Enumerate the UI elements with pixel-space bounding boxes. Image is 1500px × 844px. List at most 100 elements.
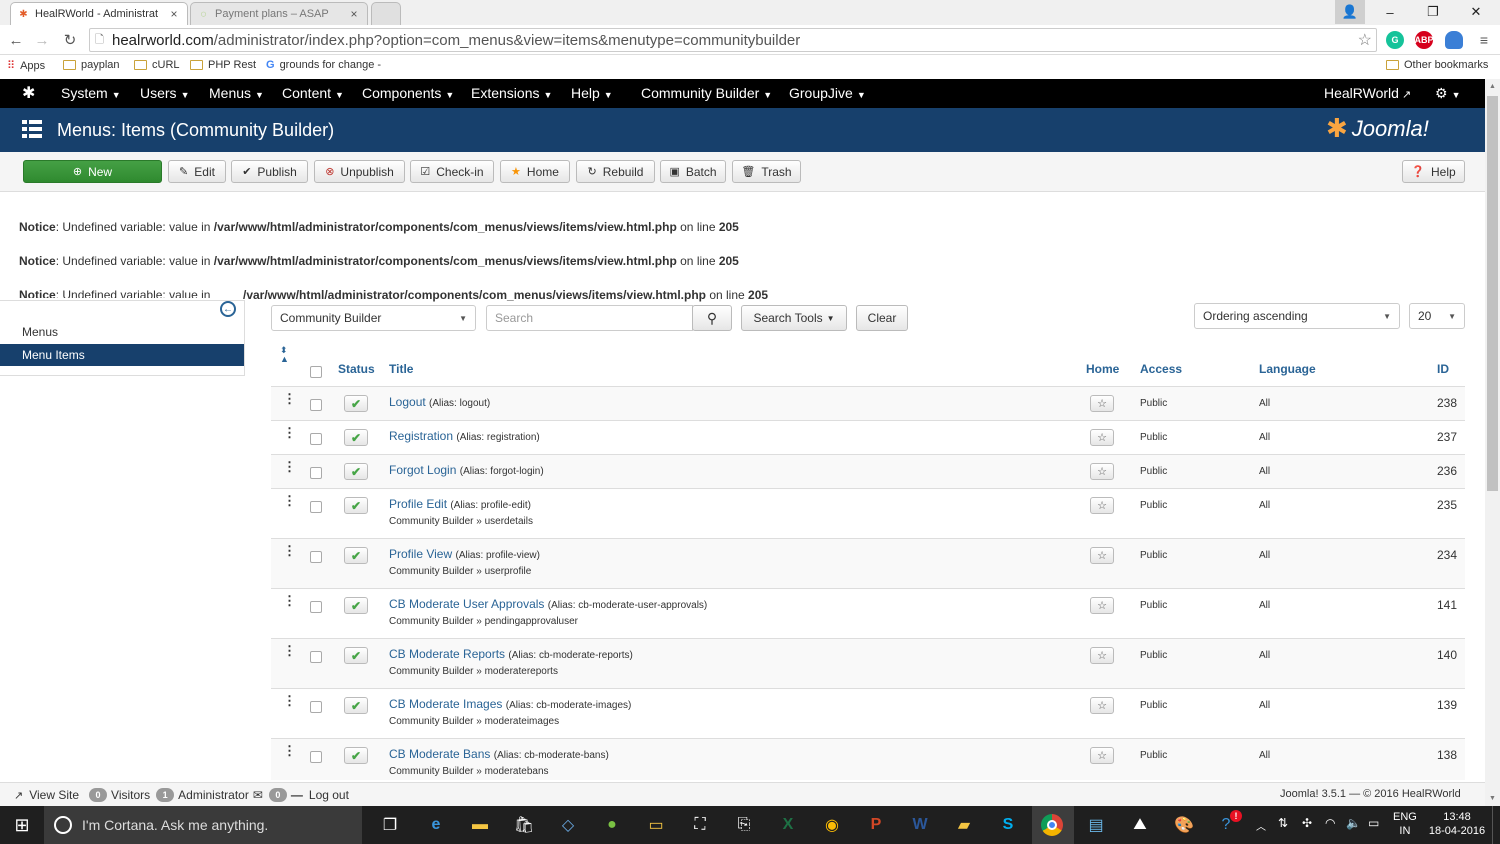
input-language[interactable]: ENG IN	[1393, 810, 1417, 838]
bookmark-php-rest[interactable]: PHP Rest	[190, 59, 256, 71]
item-title-link[interactable]: Logout	[389, 395, 426, 409]
menu-system[interactable]: System ▼	[61, 85, 121, 101]
tray-sync-icon[interactable]: ⇅	[1278, 816, 1288, 830]
notepad-icon[interactable]: ▤	[1084, 814, 1108, 836]
published-status-button[interactable]: ✔	[344, 497, 368, 514]
published-status-button[interactable]: ✔	[344, 463, 368, 480]
grammarly-extension-icon[interactable]: G	[1386, 31, 1404, 49]
word-icon[interactable]: W	[908, 814, 932, 836]
close-tab-icon[interactable]: ×	[167, 7, 181, 21]
column-home[interactable]: Home	[1086, 362, 1119, 376]
bookmark-payplan[interactable]: payplan	[63, 59, 120, 71]
unpublish-button[interactable]: ⊗ Unpublish	[314, 160, 405, 183]
reload-icon[interactable]: ↻	[60, 30, 80, 50]
search-button[interactable]: ⚲	[692, 305, 732, 331]
browser-tab-active[interactable]: ✱ HealRWorld - Administrat ×	[10, 2, 188, 25]
forward-icon[interactable]: →	[32, 30, 52, 50]
photos-icon[interactable]: ⛰	[1128, 814, 1152, 836]
powerpoint-icon[interactable]: P	[864, 814, 888, 836]
item-title-link[interactable]: Registration	[389, 429, 453, 443]
rebuild-button[interactable]: ↻ Rebuild	[576, 160, 655, 183]
row-checkbox[interactable]	[310, 701, 322, 713]
view-site-link[interactable]: View Site	[29, 788, 79, 802]
published-status-button[interactable]: ✔	[344, 647, 368, 664]
item-title-link[interactable]: Profile Edit	[389, 497, 447, 511]
cloud-extension-icon[interactable]	[1445, 31, 1463, 49]
published-status-button[interactable]: ✔	[344, 597, 368, 614]
bookmark-grounds-for-change[interactable]: G grounds for change -	[266, 59, 381, 71]
home-toggle-button[interactable]: ☆	[1090, 697, 1114, 714]
message-icon[interactable]: ▭	[1368, 816, 1379, 830]
column-status[interactable]: Status	[338, 362, 375, 376]
select-all-checkbox[interactable]	[310, 366, 322, 378]
address-bar[interactable]: 🗋 healrworld.com/administrator/index.php…	[89, 28, 1377, 52]
sidebar-item-menus[interactable]: Menus	[22, 325, 58, 339]
row-checkbox[interactable]	[310, 601, 322, 613]
joomla-logo-icon[interactable]: ✱	[22, 83, 35, 103]
sidebar-item-menu-items[interactable]: Menu Items	[0, 344, 244, 366]
edit-button[interactable]: ✎ Edit	[168, 160, 226, 183]
chrome-active-icon[interactable]	[1032, 806, 1074, 844]
row-checkbox[interactable]	[310, 467, 322, 479]
published-status-button[interactable]: ✔	[344, 395, 368, 412]
published-status-button[interactable]: ✔	[344, 547, 368, 564]
cortana-search-box[interactable]: I'm Cortana. Ask me anything.	[44, 806, 362, 844]
folder-icon[interactable]: ▰	[952, 814, 976, 836]
column-title[interactable]: Title	[389, 362, 413, 376]
scroll-down-icon[interactable]: ▼	[1485, 791, 1500, 806]
home-toggle-button[interactable]: ☆	[1090, 547, 1114, 564]
drag-handle-icon[interactable]: ⋮	[283, 694, 296, 707]
network-tool-icon[interactable]: ⎘	[732, 814, 756, 836]
excel-icon[interactable]: X	[776, 814, 800, 836]
row-checkbox[interactable]	[310, 501, 322, 513]
settings-menu[interactable]: ⚙ ▼	[1435, 85, 1460, 102]
row-checkbox[interactable]	[310, 433, 322, 445]
bookmark-apps[interactable]: ⠿ Apps	[7, 59, 45, 73]
browser-tab[interactable]: ◌ Payment plans – ASAP ×	[190, 2, 368, 25]
adblock-extension-icon[interactable]: ABP	[1415, 31, 1434, 49]
batch-button[interactable]: ▣ Batch	[660, 160, 726, 183]
drag-handle-icon[interactable]: ⋮	[283, 392, 296, 405]
restore-icon[interactable]: ❐	[1413, 0, 1453, 24]
greenshot-icon[interactable]: ●	[600, 814, 624, 836]
drag-handle-icon[interactable]: ⋮	[283, 426, 296, 439]
menu-community-builder[interactable]: Community Builder ▼	[641, 85, 772, 101]
minimize-icon[interactable]: –	[1370, 0, 1410, 24]
item-title-link[interactable]: Profile View	[389, 547, 452, 561]
drag-handle-icon[interactable]: ⋮	[283, 744, 296, 757]
menu-content[interactable]: Content ▼	[282, 85, 344, 101]
site-link[interactable]: HealRWorld ↗	[1324, 85, 1411, 101]
drag-handle-icon[interactable]: ⋮	[283, 594, 296, 607]
drag-handle-icon[interactable]: ⋮	[283, 544, 296, 557]
file-explorer-icon[interactable]: ▬	[468, 814, 492, 836]
back-icon[interactable]: ←	[6, 30, 26, 50]
item-title-link[interactable]: CB Moderate User Approvals	[389, 597, 544, 611]
published-status-button[interactable]: ✔	[344, 697, 368, 714]
vs-code-icon[interactable]: ◇	[556, 814, 580, 836]
tray-chevron-icon[interactable]: ︿	[1256, 818, 1266, 833]
published-status-button[interactable]: ✔	[344, 747, 368, 764]
wifi-icon[interactable]: ◠	[1325, 816, 1335, 830]
drag-handle-icon[interactable]: ⋮	[283, 644, 296, 657]
collapse-sidebar-icon[interactable]: ←	[220, 301, 236, 317]
limit-select[interactable]: 20 ▼	[1409, 303, 1465, 329]
home-toggle-button[interactable]: ☆	[1090, 597, 1114, 614]
sort-ordering-icon[interactable]: ⬍ ▲	[280, 346, 289, 364]
paint-icon[interactable]: 🎨	[1172, 814, 1196, 836]
menu-groupjive[interactable]: GroupJive ▼	[789, 85, 866, 101]
home-toggle-button[interactable]: ☆	[1090, 395, 1114, 412]
menu-components[interactable]: Components ▼	[362, 85, 454, 101]
drag-handle-icon[interactable]: ⋮	[283, 494, 296, 507]
checkin-button[interactable]: ☑ Check-in	[410, 160, 494, 183]
volume-icon[interactable]: 🔈	[1346, 816, 1361, 830]
row-checkbox[interactable]	[310, 651, 322, 663]
menu-extensions[interactable]: Extensions ▼	[471, 85, 552, 101]
drag-handle-icon[interactable]: ⋮	[283, 460, 296, 473]
chrome-icon[interactable]: ◉	[820, 814, 844, 836]
task-view-icon[interactable]: ❐	[378, 814, 402, 836]
ordering-select[interactable]: Ordering ascending ▼	[1194, 303, 1400, 329]
home-toggle-button[interactable]: ☆	[1090, 497, 1114, 514]
scrollbar-thumb[interactable]	[1487, 96, 1498, 491]
row-checkbox[interactable]	[310, 751, 322, 763]
tray-usb-icon[interactable]: ✣	[1302, 816, 1312, 830]
